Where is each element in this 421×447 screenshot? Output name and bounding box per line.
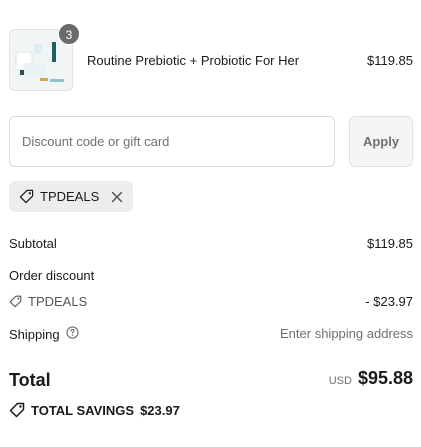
- shipping-label-wrap: Shipping: [9, 326, 79, 342]
- order-discount-value: - $23.97: [365, 294, 413, 309]
- apply-discount-button[interactable]: Apply: [349, 116, 413, 167]
- shipping-row: Shipping Enter shipping address: [9, 326, 413, 344]
- total-savings-label: TOTAL SAVINGS: [31, 402, 135, 418]
- applied-discount-tag: TPDEALS: [9, 181, 134, 212]
- subtotal-row: Subtotal $119.85: [9, 236, 413, 254]
- subtotal-label: Subtotal: [9, 236, 57, 251]
- order-discount-code: TPDEALS: [28, 294, 88, 309]
- order-discount-label: Order discount: [9, 268, 95, 283]
- order-discount-code-wrap: TPDEALS: [9, 294, 87, 309]
- discount-code-input[interactable]: [9, 116, 335, 167]
- product-name: Routine Prebiotic + Probiotic For Her: [87, 53, 300, 68]
- tag-icon: [19, 189, 34, 204]
- total-savings-row: TOTAL SAVINGS $23.97: [9, 402, 180, 418]
- shipping-label: Shipping: [9, 326, 60, 342]
- product-price: $119.85: [366, 53, 413, 68]
- order-discount-row: Order discount: [9, 268, 413, 286]
- shipping-value: Enter shipping address: [280, 326, 413, 341]
- total-savings-amount: $23.97: [140, 402, 180, 418]
- line-item: 3 Routine Prebiotic + Probiotic For Her …: [9, 23, 413, 91]
- total-value-wrap: USD $95.88: [329, 368, 413, 389]
- total-amount: $95.88: [357, 368, 413, 388]
- total-label: Total: [9, 370, 51, 390]
- info-icon[interactable]: [65, 326, 79, 342]
- discount-form: Apply: [9, 116, 413, 167]
- quantity-badge: 3: [58, 23, 80, 45]
- applied-discount-code: TPDEALS: [40, 189, 100, 204]
- tag-icon: [9, 295, 22, 308]
- order-discount-code-row: TPDEALS - $23.97: [9, 294, 413, 312]
- tag-icon: [9, 402, 25, 418]
- product-thumbnail-wrap: 3: [9, 23, 80, 91]
- total-row: Total USD $95.88: [9, 368, 413, 394]
- subtotal-value: $119.85: [366, 236, 413, 251]
- currency-code: USD: [328, 375, 352, 387]
- close-icon[interactable]: [111, 191, 123, 203]
